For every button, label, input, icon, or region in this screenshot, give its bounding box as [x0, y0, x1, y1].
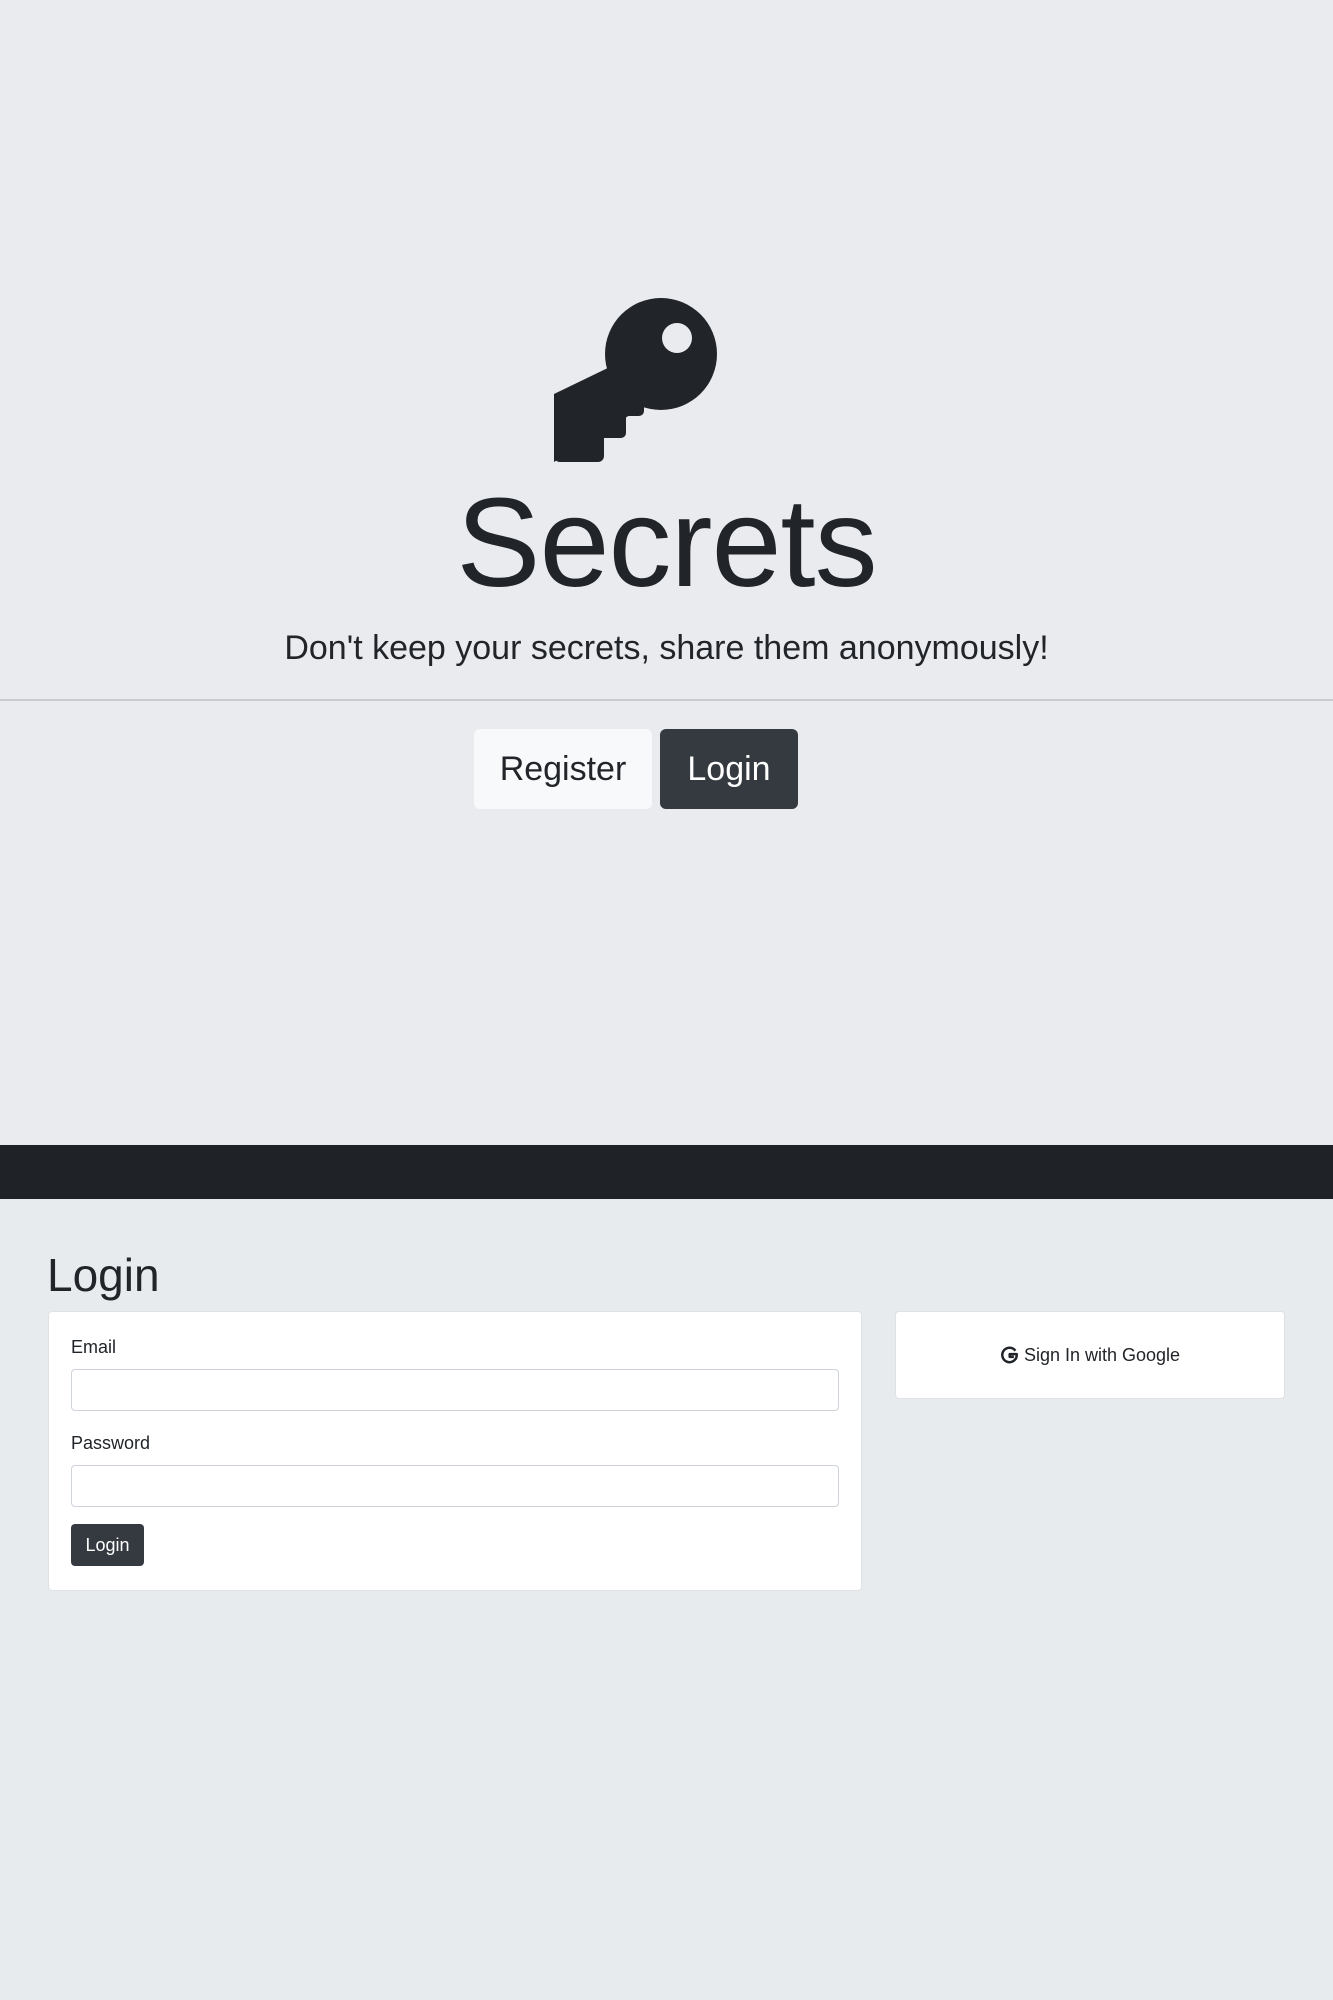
dark-divider-band	[0, 1145, 1333, 1199]
password-label: Password	[71, 1433, 151, 1453]
login-heading: Login	[47, 1249, 160, 1301]
register-button[interactable]: Register	[474, 729, 652, 809]
login-submit-button[interactable]: Login	[71, 1524, 144, 1566]
hero-tagline: Don't keep your secrets, share them anon…	[284, 629, 1049, 667]
google-signin-card: Sign In with Google	[895, 1311, 1285, 1399]
key-icon	[554, 298, 717, 462]
google-signin-label: Sign In with Google	[1023, 1344, 1181, 1365]
google-icon	[1001, 1346, 1018, 1363]
login-nav-button[interactable]: Login	[660, 729, 798, 809]
hero-divider	[0, 699, 1333, 701]
google-signin-button[interactable]: Sign In with Google	[896, 1312, 1284, 1398]
page-title: Secrets	[456, 472, 877, 613]
password-input[interactable]	[71, 1465, 839, 1507]
login-form-card: Email Password Login	[48, 1311, 862, 1591]
email-label: Email	[71, 1337, 117, 1357]
hero-section: Secrets Don't keep your secrets, share t…	[0, 0, 1333, 1145]
email-input[interactable]	[71, 1369, 839, 1411]
